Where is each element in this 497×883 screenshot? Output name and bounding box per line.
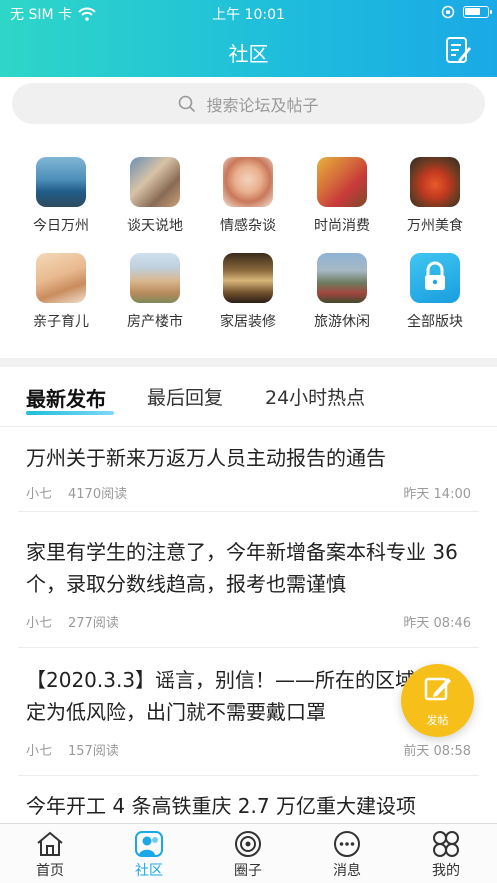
category-label: 今日万州: [33, 218, 89, 234]
category-label: 万州美食: [407, 218, 463, 234]
tabbar-circles[interactable]: 圈子: [213, 830, 283, 880]
top-header: 无 SIM 卡 上午 10:01 社区: [0, 0, 497, 77]
search-bar[interactable]: 搜索论坛及帖子: [12, 83, 485, 124]
tabbar-label: 消息: [333, 863, 361, 879]
category-real-estate[interactable]: 房产楼市: [110, 253, 200, 331]
section-divider: [0, 358, 497, 367]
category-fashion[interactable]: 时尚消费: [297, 157, 387, 235]
edit-icon: [424, 677, 451, 701]
list-item[interactable]: 万州关于新来万返万人员主动报告的通告 小七 4170阅读 昨天 14:00: [18, 428, 479, 512]
post-time: 昨天 08:46: [403, 616, 471, 631]
status-time: 上午 10:01: [212, 7, 285, 23]
status-bar: 无 SIM 卡 上午 10:01: [0, 0, 497, 26]
category-label: 时尚消费: [314, 218, 370, 234]
category-thumbnail: [130, 253, 180, 303]
tabbar-label: 圈子: [234, 863, 262, 879]
circles-icon: [235, 831, 261, 857]
search-icon: [179, 95, 196, 112]
category-thumbnail: [223, 253, 273, 303]
post-time: 昨天 14:00: [403, 487, 471, 502]
category-label: 旅游休闲: [314, 314, 370, 330]
list-item[interactable]: 今年开工 4 条高铁重庆 2.7 万亿重大建设项: [18, 780, 479, 824]
messages-icon: [334, 831, 360, 857]
post-title: 今年开工 4 条高铁重庆 2.7 万亿重大建设项: [26, 794, 416, 818]
new-post-button[interactable]: 发帖: [401, 664, 474, 737]
page-title: 社区: [228, 42, 269, 66]
category-travel[interactable]: 旅游休闲: [297, 253, 387, 331]
tabbar-me[interactable]: 我的: [411, 830, 481, 880]
post-author: 小七: [26, 616, 53, 631]
category-thumbnail: [317, 157, 367, 207]
category-label: 谈天说地: [127, 218, 183, 234]
category-thumbnail: [36, 157, 86, 207]
category-thumbnail: [36, 253, 86, 303]
tab-last-reply[interactable]: 最后回复: [147, 383, 223, 410]
category-label: 亲子育儿: [33, 314, 89, 330]
post-title: 家里有学生的注意了，今年新增备案本科专业 36 个，录取分数线趋高，报考也需谨慎: [26, 540, 458, 596]
category-thumbnail: [410, 157, 460, 207]
category-thumbnail: [130, 157, 180, 207]
tabbar-community[interactable]: 社区: [114, 830, 184, 880]
post-author: 小七: [26, 744, 53, 759]
post-tabs: 最新发布 最后回复 24小时热点: [0, 375, 497, 427]
community-icon: [135, 831, 163, 857]
lock-icon: [425, 261, 445, 290]
post-reads: 4170阅读: [68, 487, 128, 502]
battery-icon: [463, 6, 492, 18]
bottom-tab-bar: 首页 社区 圈子 消息 我的: [0, 823, 497, 883]
category-label: 情感杂谈: [220, 218, 276, 234]
tabbar-label: 首页: [36, 863, 64, 879]
active-tab-indicator: [26, 411, 114, 415]
category-home-decor[interactable]: 家居装修: [203, 253, 293, 331]
post-reads: 277阅读: [68, 616, 119, 631]
new-post-label: 发帖: [426, 714, 449, 727]
category-label: 房产楼市: [127, 314, 183, 330]
post-title: 万州关于新来万返万人员主动报告的通告: [26, 446, 386, 470]
category-label: 家居装修: [220, 314, 276, 330]
tabbar-home[interactable]: 首页: [15, 830, 85, 880]
list-item[interactable]: 家里有学生的注意了，今年新增备案本科专业 36 个，录取分数线趋高，报考也需谨慎…: [18, 524, 479, 648]
home-icon: [37, 831, 63, 856]
orientation-lock-icon: [441, 5, 455, 19]
category-food[interactable]: 万州美食: [390, 157, 480, 235]
tabbar-label: 社区: [135, 863, 163, 879]
tabbar-label: 我的: [432, 863, 460, 879]
post-time: 前天 08:58: [403, 744, 471, 759]
tabbar-messages[interactable]: 消息: [312, 830, 382, 880]
category-chat[interactable]: 谈天说地: [110, 157, 200, 235]
lock-tile: [410, 253, 460, 303]
category-today-wanzhou[interactable]: 今日万州: [16, 157, 106, 235]
category-thumbnail: [317, 253, 367, 303]
category-label: 全部版块: [407, 314, 463, 330]
category-all-sections[interactable]: 全部版块: [390, 253, 480, 331]
post-reads: 157阅读: [68, 744, 119, 759]
compose-icon[interactable]: [445, 36, 471, 64]
category-emotion[interactable]: 情感杂谈: [203, 157, 293, 235]
post-author: 小七: [26, 487, 53, 502]
tab-24h-hot[interactable]: 24小时热点: [265, 383, 365, 410]
category-thumbnail: [223, 157, 273, 207]
search-placeholder: 搜索论坛及帖子: [206, 95, 319, 115]
category-parenting[interactable]: 亲子育儿: [16, 253, 106, 331]
tab-latest[interactable]: 最新发布: [26, 383, 106, 412]
profile-petal-icon: [433, 831, 459, 857]
